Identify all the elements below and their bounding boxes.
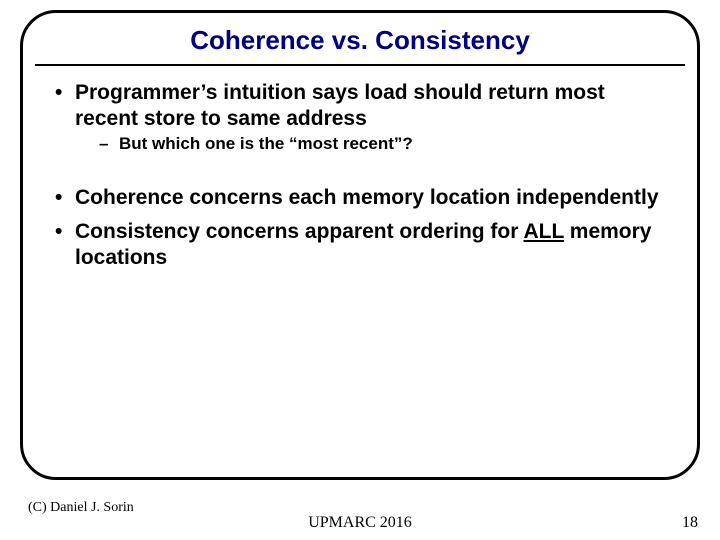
slide-title: Coherence vs. Consistency — [51, 25, 669, 62]
footer: (C) Daniel J. Sorin UPMARC 2016 18 — [0, 496, 720, 540]
page-number: 18 — [682, 514, 698, 532]
bullet-text-underline: ALL — [524, 220, 564, 243]
bullet-level1: Programmer’s intuition says load should … — [55, 80, 669, 155]
sub-bullet-list: But which one is the “most recent”? — [75, 133, 669, 155]
bullet-level1: Coherence concerns each memory location … — [55, 185, 669, 211]
bullet-text: Programmer’s intuition says load should … — [75, 81, 605, 130]
slide: Coherence vs. Consistency Programmer’s i… — [0, 0, 720, 540]
venue-text: UPMARC 2016 — [0, 514, 720, 532]
bullet-text-pre: Consistency concerns apparent ordering f… — [75, 220, 524, 243]
bullet-level2: But which one is the “most recent”? — [99, 133, 669, 155]
slide-frame: Coherence vs. Consistency Programmer’s i… — [20, 10, 700, 480]
spacer — [51, 163, 669, 185]
title-divider — [35, 64, 685, 66]
bullet-list: Coherence concerns each memory location … — [51, 185, 669, 272]
bullet-level1: Consistency concerns apparent ordering f… — [55, 219, 669, 272]
bullet-list: Programmer’s intuition says load should … — [51, 80, 669, 155]
